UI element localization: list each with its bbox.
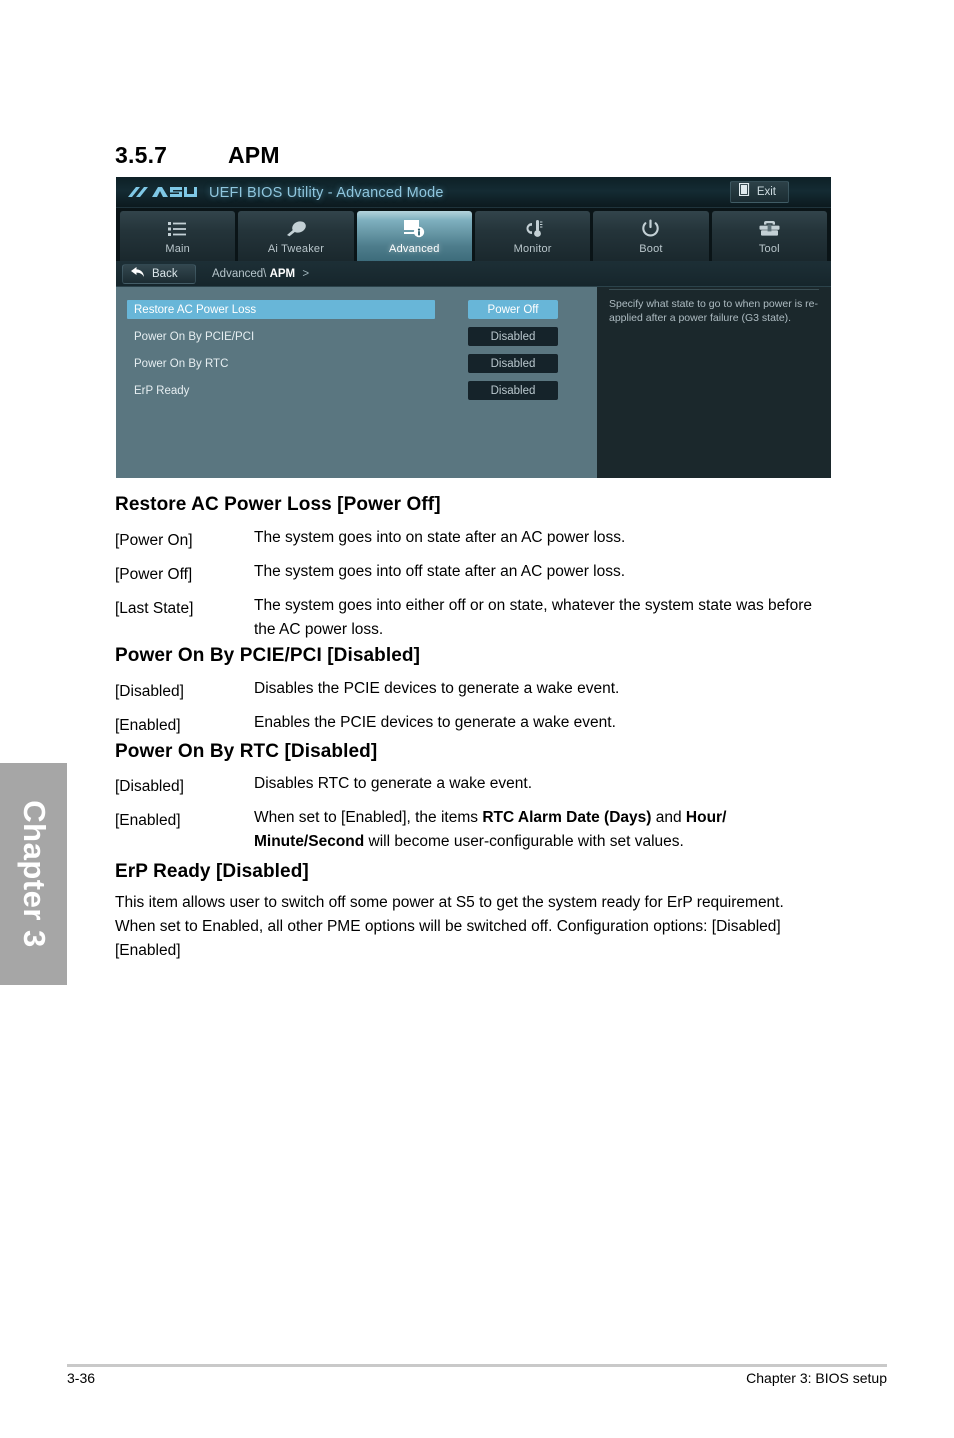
option-desc: Disables RTC to generate a wake event. xyxy=(254,775,533,792)
bios-tab-boot-label: Boot xyxy=(639,242,663,255)
bios-tab-tool[interactable]: Tool xyxy=(711,211,827,261)
bios-title-text: UEFI BIOS Utility - Advanced Mode xyxy=(209,184,444,201)
exit-button[interactable]: Exit xyxy=(729,181,789,203)
setting-label: Power On By RTC xyxy=(134,357,229,370)
option-term: [Enabled] xyxy=(115,717,181,734)
page-title: 3.5.7 APM xyxy=(115,142,280,169)
setting-label: ErP Ready xyxy=(134,384,190,397)
option-term: [Enabled] xyxy=(115,812,181,829)
bios-body: Restore AC Power Loss Power Off Power On… xyxy=(116,287,831,478)
option-term: [Power Off] xyxy=(115,566,193,583)
list-item: [Disabled] Disables RTC to generate a wa… xyxy=(115,772,833,801)
option-desc: Enables the PCIE devices to generate a w… xyxy=(254,714,616,731)
bios-tab-advanced[interactable]: Advanced xyxy=(356,211,472,261)
list-item: [Disabled] Disables the PCIE devices to … xyxy=(115,677,833,706)
option-desc: Disables the PCIE devices to generate a … xyxy=(254,680,620,697)
asus-logo-icon xyxy=(126,185,198,200)
power-icon xyxy=(641,218,660,240)
heading-restore-ac-power-loss: Restore AC Power Loss [Power Off] xyxy=(115,494,441,515)
bios-tab-boot[interactable]: Boot xyxy=(593,211,709,261)
footer-chapter-label: Chapter 3: BIOS setup xyxy=(746,1370,887,1386)
breadcrumb: Advanced\ APM > xyxy=(212,268,309,280)
back-button[interactable]: Back xyxy=(122,263,196,284)
rtc-desc-part3: will become user-configurable with set v… xyxy=(364,833,684,850)
section-number: 3.5.7 xyxy=(115,142,168,168)
bios-title-bar: UEFI BIOS Utility - Advanced Mode Exit xyxy=(116,177,831,208)
setting-row-erp-ready[interactable]: ErP Ready Disabled xyxy=(127,377,587,404)
section-title: APM xyxy=(228,142,280,168)
option-desc: The system goes into on state after an A… xyxy=(254,529,626,546)
toolbox-icon xyxy=(759,218,780,240)
settings-list: Restore AC Power Loss Power Off Power On… xyxy=(116,287,597,478)
list-item: [Enabled] Enables the PCIE devices to ge… xyxy=(115,711,833,740)
breadcrumb-current: APM xyxy=(269,267,296,280)
bios-tab-tool-label: Tool xyxy=(758,242,780,255)
thermometer-icon xyxy=(523,218,543,240)
rtc-desc-bold1: RTC Alarm Date (Days) xyxy=(482,809,652,826)
bios-tab-main[interactable]: Main xyxy=(120,211,236,261)
footer-page-number: 3-36 xyxy=(67,1370,96,1386)
option-term: [Last State] xyxy=(115,600,194,617)
list-restore-options: [Power On] The system goes into on state… xyxy=(115,526,833,642)
dial-icon xyxy=(285,218,307,240)
list-icon xyxy=(168,218,187,240)
back-label: Back xyxy=(152,267,178,280)
option-term: [Power On] xyxy=(115,532,193,549)
bios-tab-monitor[interactable]: Monitor xyxy=(474,211,591,261)
rtc-desc-part2: and xyxy=(651,809,686,826)
exit-icon xyxy=(738,182,750,201)
back-arrow-icon xyxy=(130,265,145,283)
list-pcie-options: [Disabled] Disables the PCIE devices to … xyxy=(115,677,833,740)
bios-tab-advanced-label: Advanced xyxy=(389,242,440,255)
breadcrumb-arrow: > xyxy=(302,267,310,280)
list-item: [Enabled] When set to [Enabled], the ite… xyxy=(115,806,833,854)
setting-row-power-on-by-rtc[interactable]: Power On By RTC Disabled xyxy=(127,350,587,377)
setting-label: Power On By PCIE/PCI xyxy=(134,330,255,343)
option-term: [Disabled] xyxy=(115,683,184,700)
rtc-desc-part1: When set to [Enabled], the items xyxy=(254,809,483,826)
bios-tab-ai-tweaker[interactable]: Ai Tweaker xyxy=(238,211,354,261)
option-desc: The system goes into either off or on st… xyxy=(254,597,812,638)
option-desc: The system goes into off state after an … xyxy=(254,563,626,580)
footer-divider xyxy=(67,1364,887,1367)
breadcrumb-bar: Back Advanced\ APM > xyxy=(116,261,831,287)
breadcrumb-parent[interactable]: Advanced\ xyxy=(212,268,266,280)
option-term: [Disabled] xyxy=(115,778,184,795)
list-item: [Last State] The system goes into either… xyxy=(115,594,833,642)
heading-erp-ready: ErP Ready [Disabled] xyxy=(115,861,309,882)
heading-power-on-by-pcie-pci: Power On By PCIE/PCI [Disabled] xyxy=(115,645,421,666)
list-item: [Power On] The system goes into on state… xyxy=(115,526,833,555)
setting-value[interactable]: Disabled xyxy=(468,354,558,373)
exit-label: Exit xyxy=(756,186,776,198)
setting-row-power-on-by-pcie-pci[interactable]: Power On By PCIE/PCI Disabled xyxy=(127,323,587,350)
setting-row-restore-ac-power-loss[interactable]: Restore AC Power Loss Power Off xyxy=(127,296,587,323)
bios-tab-monitor-label: Monitor xyxy=(513,242,552,255)
paragraph-erp-ready: This item allows user to switch off some… xyxy=(115,894,784,959)
help-text: Specify what state to go to when power i… xyxy=(609,298,818,324)
monitor-info-icon xyxy=(403,218,425,240)
setting-label: Restore AC Power Loss xyxy=(127,300,435,319)
bios-tab-main-label: Main xyxy=(165,242,190,255)
list-item: [Power Off] The system goes into off sta… xyxy=(115,560,833,589)
list-rtc-options: [Disabled] Disables RTC to generate a wa… xyxy=(115,772,833,854)
page-content: 3.5.7 APM UEFI BIOS Utility - Advanced Mo… xyxy=(0,0,954,1438)
option-desc: When set to [Enabled], the items RTC Ala… xyxy=(254,806,833,854)
setting-value[interactable]: Power Off xyxy=(468,300,558,319)
help-panel: Specify what state to go to when power i… xyxy=(597,287,831,478)
heading-power-on-by-rtc: Power On By RTC [Disabled] xyxy=(115,741,378,762)
bios-tab-strip: Main Ai Tweaker Advanced Monitor Boot To… xyxy=(116,208,831,261)
bios-screenshot: UEFI BIOS Utility - Advanced Mode Exit M… xyxy=(116,177,831,478)
setting-value[interactable]: Disabled xyxy=(468,381,558,400)
bios-tab-ai-tweaker-label: Ai Tweaker xyxy=(267,242,325,255)
setting-value[interactable]: Disabled xyxy=(468,327,558,346)
